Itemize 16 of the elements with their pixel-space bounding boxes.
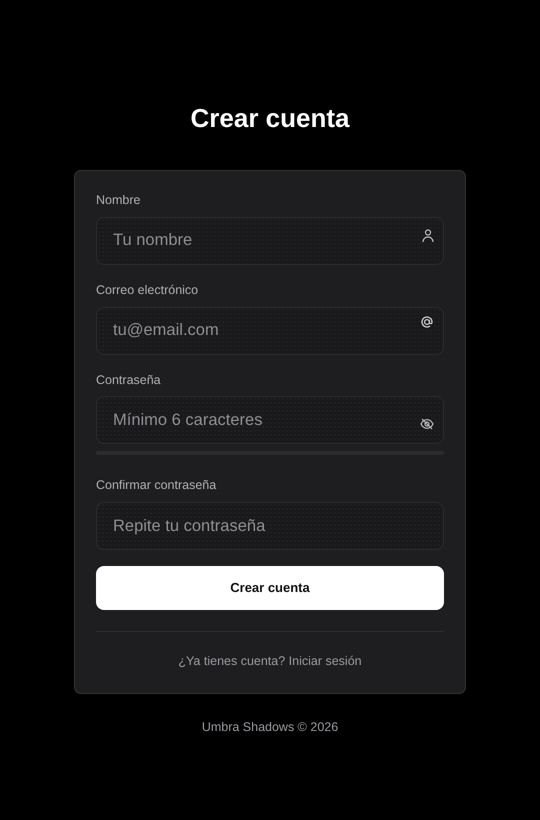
input-field[interactable]: tu@email.com	[96, 306, 444, 354]
create-account-button[interactable]: Crear cuenta	[96, 566, 444, 610]
eye-off-icon[interactable]	[420, 418, 434, 430]
at-sign-icon	[420, 314, 434, 328]
input-field[interactable]: Tu nombre	[96, 216, 444, 265]
page-title: Crear cuenta	[190, 102, 351, 135]
field-label: Contraseña	[96, 372, 162, 388]
field-label: Nombre	[96, 192, 142, 209]
input-field[interactable]: Repite tu contraseña	[96, 502, 444, 550]
login-prompt: ¿Ya tienes cuenta?	[178, 654, 286, 668]
field-label: Correo electrónico	[96, 282, 200, 299]
field-label: Confirmar contraseña	[96, 477, 218, 494]
footer-text: Umbra Shadows © 2026	[200, 718, 340, 736]
input-field[interactable]: Mínimo 6 caracteres	[96, 396, 444, 444]
login-link[interactable]: Iniciar sesión	[288, 654, 362, 668]
user-icon	[422, 228, 434, 243]
